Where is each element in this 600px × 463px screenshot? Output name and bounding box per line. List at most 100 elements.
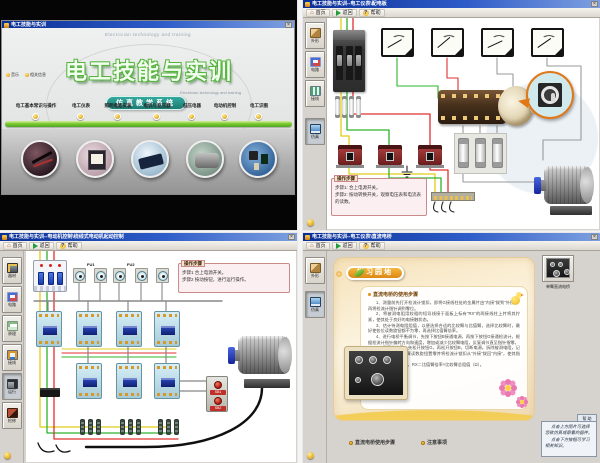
menu-item-motors[interactable]: 电机与变压器 (137, 103, 177, 109)
menu-item-motorcontrol[interactable]: 电动机控制 (208, 103, 242, 109)
help-box: 点击上方图片可选择您欲仿真或察看的器件。 点击下方按钮可学习相关知识。 (541, 421, 597, 457)
wiring-icon (310, 86, 321, 96)
help-button[interactable]: ?帮助 (359, 9, 385, 17)
music-button[interactable]: 音乐 (6, 72, 19, 78)
learning-badge: 学习园地 (346, 266, 404, 280)
learning-step: 1、测量前先打开检流计锁扣，即将G接线柱处的金属片由“内接”拨到“外接”，再将检… (368, 300, 520, 311)
sidebar-item-appearance[interactable]: 外形 (305, 257, 325, 284)
fuse-tube[interactable] (335, 96, 340, 118)
fuse-round[interactable] (156, 268, 169, 283)
link-usage-steps[interactable]: 直流电桥使用步骤 (349, 439, 395, 446)
photo-motor[interactable] (186, 140, 224, 178)
music-ball-icon[interactable] (307, 219, 314, 226)
menu-item-basic[interactable]: 电工基本常识与操作 (6, 103, 66, 109)
fuse-tube[interactable] (349, 96, 354, 118)
contactor[interactable] (76, 311, 102, 347)
app-icon (4, 23, 9, 28)
contactor[interactable] (154, 311, 180, 347)
menu-item-diagrams[interactable]: 电工识图 (244, 103, 274, 109)
home-button[interactable]: ⌂首页 (306, 242, 330, 250)
main-breaker[interactable] (33, 260, 67, 292)
motor (534, 158, 598, 215)
device-thumbnail-button[interactable] (542, 255, 574, 282)
sidebar-item-wiring[interactable]: 接线 (2, 344, 22, 371)
menu-button-lowvoltage[interactable] (188, 113, 195, 120)
menu-item-instruments[interactable]: 电工仪表 (66, 103, 96, 109)
photo-device[interactable] (131, 140, 169, 178)
back-button[interactable]: 返回 (332, 9, 357, 17)
sidebar-item-principle[interactable]: 原理 (2, 315, 22, 342)
fuse-round[interactable] (73, 268, 86, 283)
magnifier-callout[interactable] (526, 71, 574, 119)
menu-button-motorcontrol[interactable] (221, 113, 228, 120)
pushbutton-station: SB1 SB2 (206, 376, 228, 412)
help-button[interactable]: ?帮助 (56, 242, 82, 250)
contactor[interactable] (76, 363, 102, 399)
menu-button-diagrams[interactable] (255, 113, 262, 120)
label-sb1: SB1 (210, 390, 226, 395)
fuse-link-1[interactable] (458, 138, 469, 168)
fuse-tube[interactable] (356, 96, 361, 118)
help-button[interactable]: ?帮助 (359, 242, 385, 250)
contactor[interactable] (116, 363, 142, 399)
terminal-strip (431, 192, 475, 201)
home-icon: ⌂ (310, 243, 314, 249)
close-icon[interactable]: × (288, 234, 295, 240)
learning-step: 2、将被测电阻用较粗的短导线接于面板上标有“RX”的两接线柱上并将其拧紧，使其处… (368, 311, 520, 322)
fuse-round[interactable] (94, 268, 107, 283)
rotor-resistor (120, 419, 125, 435)
contactor[interactable] (116, 311, 142, 347)
rotary-switch-body[interactable] (438, 90, 506, 124)
fuse-round[interactable] (135, 268, 148, 283)
fuse-link-2[interactable] (475, 138, 486, 168)
learning-step: 4、进行电桥平衡调节，先按下按钮B接通电源，再按下按钮G接通检流计，根据检流计指… (368, 334, 520, 345)
fuse-link-3[interactable] (492, 138, 503, 168)
photo-components[interactable] (239, 140, 277, 178)
music-ball-icon[interactable] (4, 452, 11, 459)
close-icon[interactable]: × (591, 1, 598, 7)
link-precautions[interactable]: 注意事项 (421, 439, 447, 446)
back-button[interactable]: 返回 (332, 242, 357, 250)
main-breaker[interactable] (333, 30, 365, 92)
back-button[interactable]: 返回 (29, 242, 54, 250)
steps-header: 操作步骤 (334, 175, 358, 182)
box-icon (310, 28, 321, 38)
help-icon: ? (363, 10, 369, 16)
sidebar: 外形 仿真 (303, 251, 327, 463)
terminal-icon (7, 350, 18, 360)
contactor[interactable] (154, 363, 180, 399)
photo-tools[interactable] (21, 140, 59, 178)
titlebar[interactable]: 电工技能与实训--电动机控制\绕线式电动机起动控制 × (0, 233, 297, 241)
home-button[interactable]: ⌂首页 (3, 242, 27, 250)
sidebar-item-equipment[interactable]: 器材 (2, 257, 22, 284)
titlebar[interactable]: 电工技能与实训--电工仪表\直流电桥 × (303, 233, 600, 241)
menu-item-lowvoltage[interactable]: 低压电器 (177, 103, 207, 109)
fuse-round[interactable] (113, 268, 126, 283)
menu-button-instruments[interactable] (77, 113, 84, 120)
menu-button-lighting[interactable] (114, 113, 121, 120)
thumbnail-label: 单臂直流电桥 (536, 284, 580, 290)
menu-item-lighting[interactable]: 照明电路安装 (98, 103, 138, 109)
start-button[interactable] (214, 381, 222, 389)
menu-button-motors[interactable] (153, 113, 160, 120)
sidebar-item-wiring[interactable]: 接线 (305, 80, 325, 107)
sidebar-item-simulation[interactable]: 仿真 (305, 291, 325, 318)
music-ball-icon[interactable] (307, 452, 314, 459)
photo-meter[interactable] (76, 140, 114, 178)
sidebar-item-circuit[interactable]: 电路 (2, 286, 22, 313)
menu-button-basic[interactable] (32, 113, 39, 120)
sidebar-item-repair[interactable]: 检修 (2, 402, 22, 429)
sidebar-item-run[interactable]: 运行 (2, 373, 22, 400)
sidebar-item-circuit[interactable]: 电路 (305, 51, 325, 78)
close-icon[interactable]: × (591, 234, 598, 240)
home-button[interactable]: ⌂首页 (306, 9, 330, 17)
fuse-tube[interactable] (342, 96, 347, 118)
sidebar-item-appearance[interactable]: 外形 (305, 22, 325, 49)
bridge-photo-frame (344, 346, 408, 400)
circuit-icon (310, 57, 321, 67)
stop-button[interactable] (214, 397, 222, 405)
contactor[interactable] (36, 311, 62, 347)
rotor-resistor (128, 419, 133, 435)
titlebar[interactable]: 电工技能与实训--电工仪表\配电板 × (303, 0, 600, 8)
sidebar-item-simulation[interactable]: 仿真 (305, 118, 325, 145)
